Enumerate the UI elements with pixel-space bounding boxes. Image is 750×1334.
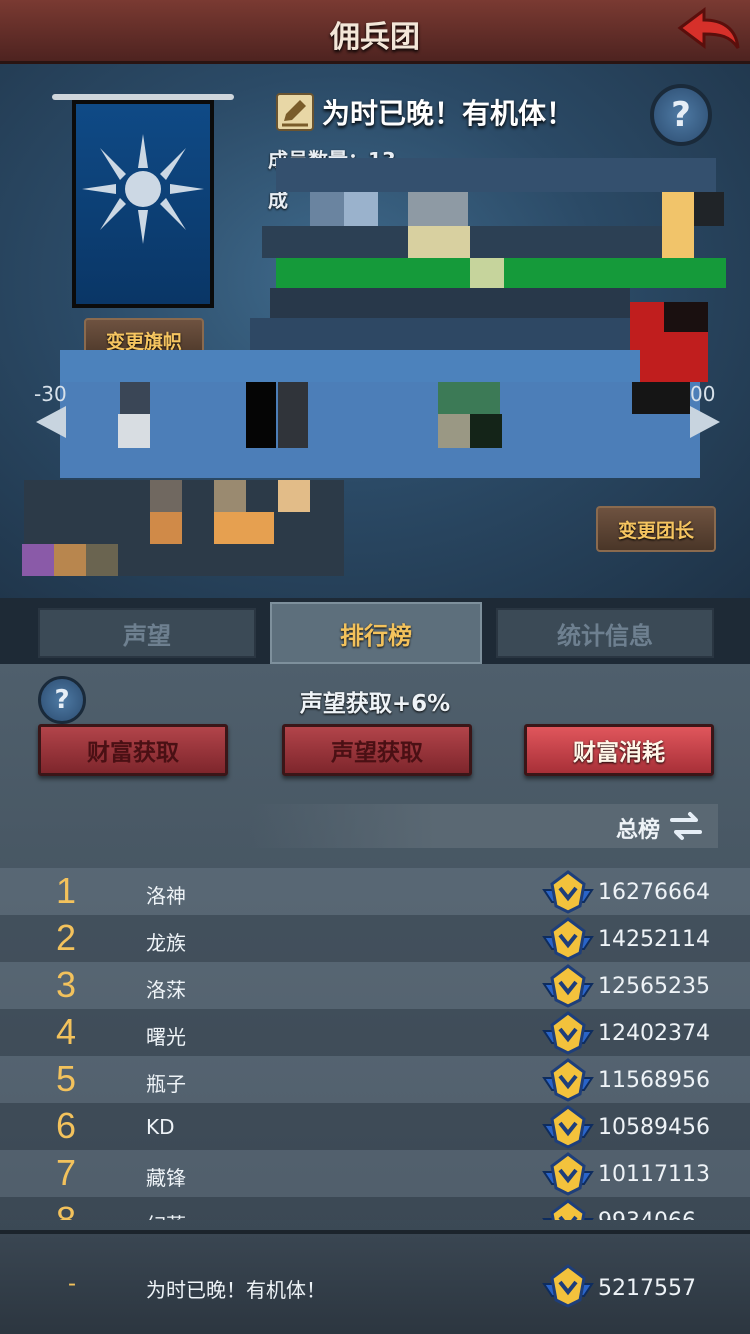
table-row[interactable]: 3 洛莯 12565235 (0, 962, 750, 1009)
back-arrow-icon (677, 7, 740, 49)
medal-icon (542, 1152, 594, 1196)
rank-number: 4 (55, 1011, 77, 1052)
player-score: 10117113 (598, 1162, 710, 1187)
player-score: 16276664 (598, 880, 710, 905)
arrow-right-icon[interactable] (690, 406, 720, 438)
player-name: 洛莯 (146, 978, 186, 1002)
change-leader-button[interactable]: 变更团长 (596, 506, 716, 552)
tab-statistics[interactable]: 统计信息 (496, 608, 714, 658)
tab-leaderboard[interactable]: 排行榜 (270, 602, 482, 664)
table-row[interactable]: 2 龙族 14252114 (0, 915, 750, 962)
player-name: 洛神 (146, 884, 186, 908)
player-score: 12565235 (598, 974, 710, 999)
player-name: 幻蓝 (146, 1209, 186, 1220)
table-row[interactable]: 6 KD 10589456 (0, 1103, 750, 1150)
arrow-left-icon[interactable] (36, 406, 66, 438)
medal-icon (542, 917, 594, 961)
table-row[interactable]: 5 瓶子 11568956 (0, 1056, 750, 1103)
player-name: 曙光 (146, 1025, 186, 1049)
rank-number: 7 (55, 1152, 77, 1193)
medal-icon (542, 1199, 594, 1220)
rank-number: 5 (55, 1058, 77, 1099)
wealth-spend-button[interactable]: 财富消耗 (524, 724, 714, 776)
rank-number: 8 (55, 1199, 77, 1220)
guild-info-panel: 变更旗帜 为时已晚！有机体！ ? 成员数量：13 成 (0, 64, 750, 604)
swap-icon[interactable] (668, 810, 704, 842)
self-name: 为时已晚！有机体！ (146, 1278, 326, 1302)
leaderboard-list: 1 洛神 16276664 2 龙族 14252114 3 洛莯 12565235 4 曙光 1240… (0, 868, 750, 1220)
tab-reputation[interactable]: 声望 (38, 608, 256, 658)
leaderboard-panel: ? 声望获取+6% 财富获取 声望获取 财富消耗 总榜 1 洛神 16276664 2… (0, 664, 750, 1234)
self-rank-row: - 为时已晚！有机体！ 5217557 (0, 1230, 750, 1334)
title-bar: 佣兵团 (0, 0, 750, 64)
tab-bar: 声望 排行榜 统计信息 (0, 598, 750, 664)
medal-icon (542, 1011, 594, 1055)
table-row[interactable]: 4 曙光 12402374 (0, 1009, 750, 1056)
player-name: 龙族 (146, 931, 186, 955)
medal-icon (542, 964, 594, 1008)
wealth-gain-button[interactable]: 财富获取 (38, 724, 228, 776)
rank-number: 1 (55, 870, 77, 911)
page-title: 佣兵团 (330, 20, 420, 55)
player-name: KD (146, 1115, 175, 1139)
player-name: 瓶子 (146, 1072, 186, 1096)
self-score: 5217557 (598, 1276, 696, 1301)
range-min: -30 (34, 382, 67, 406)
rank-number: 2 (55, 917, 77, 958)
player-score: 10589456 (598, 1115, 710, 1140)
rank-number: 3 (55, 964, 77, 1005)
table-row[interactable]: 8 幻蓝 9934066 (0, 1197, 750, 1220)
table-row[interactable]: 1 洛神 16276664 (0, 868, 750, 915)
medal-icon (542, 870, 594, 914)
medal-icon (542, 1264, 594, 1308)
back-button[interactable] (676, 6, 742, 56)
scope-header: 总榜 (250, 804, 718, 848)
scope-label: 总榜 (615, 818, 660, 843)
player-score: 9934066 (598, 1209, 696, 1220)
self-rank: - (68, 1270, 76, 1297)
medal-icon (542, 1105, 594, 1149)
table-row[interactable]: 7 藏锋 10117113 (0, 1150, 750, 1197)
reputation-bonus: 声望获取+6% (299, 691, 451, 717)
player-score: 14252114 (598, 927, 710, 952)
range-max: 00 (690, 382, 716, 406)
medal-icon (542, 1058, 594, 1102)
player-score: 12402374 (598, 1021, 710, 1046)
rank-number: 6 (55, 1105, 77, 1146)
player-score: 11568956 (598, 1068, 710, 1093)
reputation-gain-button[interactable]: 声望获取 (282, 724, 472, 776)
player-name: 藏锋 (146, 1166, 186, 1190)
